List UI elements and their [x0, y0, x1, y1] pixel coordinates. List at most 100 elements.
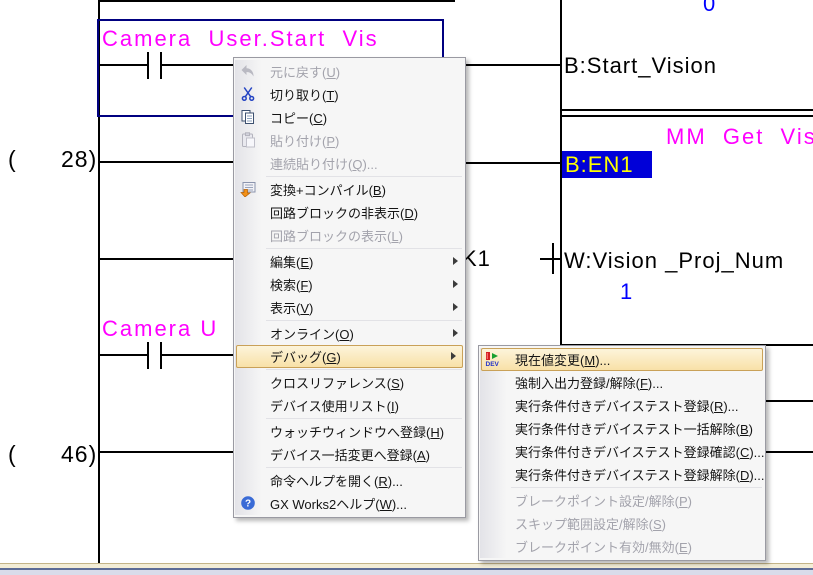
debug-submenu-item-0[interactable]: DEV 現在値変更(M)... — [481, 348, 763, 371]
debug-submenu-item-2[interactable]: 実行条件付きデバイステスト登録(R)... — [479, 394, 765, 417]
debug-submenu-item-label: 実行条件付きデバイステスト一括解除(B) — [515, 422, 753, 437]
context-menu-item-label: ウォッチウィンドウへ登録(H) — [270, 425, 445, 440]
submenu-arrow-icon — [453, 303, 458, 311]
context-menu-item-label: 命令ヘルプを開く(R)... — [270, 474, 403, 489]
submenu-arrow-icon — [453, 329, 458, 337]
context-menu-item-label: デバイス使用リスト(I) — [270, 399, 399, 414]
context-menu-item-label: 編集(E) — [270, 255, 314, 270]
context-menu-item-label: GX Works2ヘルプ(W)... — [270, 497, 408, 512]
context-menu-item-label: 回路ブロックの表示(L) — [270, 229, 403, 244]
context-menu-item-label: 変換+コンパイル(B) — [270, 183, 386, 198]
context-menu-item-label: クロスリファレンス(S) — [270, 376, 405, 391]
context-menu-item-21[interactable]: デバイス一括変更へ登録(A) — [234, 443, 465, 466]
coil-start-vision-label[interactable]: B:Start_Vision — [564, 53, 717, 79]
debug-submenu-item-label: ブレークポイント設定/解除(P) — [515, 494, 692, 509]
debug-submenu-separator — [511, 487, 762, 488]
context-menu-item-18[interactable]: デバイス使用リスト(I) — [234, 394, 465, 417]
rung-line-top — [98, 0, 455, 2]
rung-number-28: ( 28) — [8, 146, 98, 172]
context-menu-item-label: 連続貼り付け(Q)... — [270, 157, 378, 172]
context-menu-item-1[interactable]: 切り取り(T) — [234, 83, 465, 106]
copy-icon — [240, 109, 256, 125]
rung5-line-left — [98, 451, 233, 453]
context-menu-item-label: 貼り付け(P) — [270, 134, 340, 149]
context-menu-separator — [266, 248, 462, 249]
debug-submenu-item-4[interactable]: 実行条件付きデバイステスト登録確認(C)... — [479, 440, 765, 463]
context-menu-item-14[interactable]: オンライン(O) — [234, 322, 465, 345]
instruction-line — [540, 258, 562, 260]
rung2-line-right — [466, 162, 560, 164]
en1-label: B:EN1 — [565, 151, 634, 177]
block-top-border — [560, 115, 813, 117]
context-menu-item-label: オンライン(O) — [270, 327, 354, 342]
context-menu-separator — [266, 176, 462, 177]
context-menu-item-4: 連続貼り付け(Q)... — [234, 152, 465, 175]
submenu-arrow-icon — [453, 257, 458, 265]
debug-submenu: DEV 現在値変更(M)... 強制入出力登録/解除(F)... 実行条件付きデバイス… — [478, 345, 766, 561]
context-menu-separator — [266, 320, 462, 321]
ladder-editor-canvas: Camera User.Start Vis B:Start_Vision 0 M… — [0, 0, 813, 575]
contact2-bar-left — [147, 342, 149, 369]
contact1-comment[interactable]: Camera User.Start Vis — [102, 26, 379, 52]
debug-submenu-item-label: 現在値変更(M)... — [515, 353, 611, 368]
debug-submenu-item-8: スキップ範囲設定/解除(S) — [479, 512, 765, 535]
context-menu-item-label: 表示(V) — [270, 301, 314, 316]
context-menu-item-10[interactable]: 編集(E) — [234, 250, 465, 273]
rung5-line-right — [765, 451, 813, 453]
context-menu-item-label: 検索(F) — [270, 278, 313, 293]
context-menu-item-7[interactable]: 回路ブロックの非表示(D) — [234, 201, 465, 224]
rung4-line-mid — [161, 354, 233, 356]
svg-text:DEV: DEV — [486, 361, 500, 367]
context-menu-item-15[interactable]: デバッグ(G) — [236, 345, 463, 368]
debug-submenu-item-3[interactable]: 実行条件付きデバイステスト一括解除(B) — [479, 417, 765, 440]
help-icon: ? — [240, 495, 256, 511]
rung3-line-left — [98, 258, 233, 260]
device-value-icon: DEV — [485, 351, 501, 368]
context-menu-item-label: 回路ブロックの非表示(D) — [270, 206, 419, 221]
word-device-label[interactable]: W:Vision _Proj_Num — [564, 248, 784, 274]
block-separator-upper — [560, 109, 813, 111]
instruction-bracket — [552, 243, 554, 274]
context-menu-item-0: 元に戻す(U) — [234, 60, 465, 83]
en1-selected-cell[interactable]: B:EN1 — [562, 151, 652, 178]
rung4-line-left — [98, 354, 148, 356]
context-menu-item-6[interactable]: 変換+コンパイル(B) — [234, 178, 465, 201]
debug-submenu-item-label: 実行条件付きデバイステスト登録(R)... — [515, 399, 739, 414]
debug-submenu-item-label: スキップ範囲設定/解除(S) — [515, 517, 666, 532]
context-menu-item-11[interactable]: 検索(F) — [234, 273, 465, 296]
function-block-title[interactable]: MM Get Vis — [666, 124, 813, 150]
context-menu-item-label: デバイス一括変更へ登録(A) — [270, 448, 430, 463]
debug-submenu-item-label: 強制入出力登録/解除(F)... — [515, 376, 664, 391]
rung-number-46: ( 46) — [8, 441, 98, 467]
contact2-comment[interactable]: Camera U — [102, 316, 218, 342]
convert-compile-icon — [240, 181, 256, 198]
context-menu-item-label: 元に戻す(U) — [270, 65, 341, 80]
operand-k1[interactable]: K1 — [462, 246, 491, 272]
context-menu-item-23[interactable]: 命令ヘルプを開く(R)... — [234, 469, 465, 492]
undo-icon — [240, 63, 256, 79]
submenu-arrow-icon — [453, 280, 458, 288]
context-menu-separator — [266, 418, 462, 419]
context-menu-item-24[interactable]: ? GX Works2ヘルプ(W)... — [234, 492, 465, 515]
debug-submenu-item-5[interactable]: 実行条件付きデバイステスト登録解除(D)... — [479, 463, 765, 486]
context-menu-item-12[interactable]: 表示(V) — [234, 296, 465, 319]
context-menu-item-3: 貼り付け(P) — [234, 129, 465, 152]
context-menu-item-label: 切り取り(T) — [270, 88, 339, 103]
debug-submenu-item-label: 実行条件付きデバイステスト登録解除(D)... — [515, 468, 765, 483]
context-menu-item-20[interactable]: ウォッチウィンドウへ登録(H) — [234, 420, 465, 443]
word-device-value: 1 — [620, 279, 634, 304]
svg-text:?: ? — [245, 499, 251, 510]
context-menu-item-label: コピー(C) — [270, 111, 328, 126]
debug-submenu-item-7: ブレークポイント設定/解除(P) — [479, 489, 765, 512]
context-menu: 元に戻す(U) 切り取り(T) コピー(C) 貼り付け(P) 連続貼り付け(Q)... 変… — [233, 57, 466, 518]
context-menu-item-17[interactable]: クロスリファレンス(S) — [234, 371, 465, 394]
context-menu-item-8: 回路ブロックの表示(L) — [234, 224, 465, 247]
debug-submenu-item-1[interactable]: 強制入出力登録/解除(F)... — [479, 371, 765, 394]
submenu-arrow-icon — [451, 352, 456, 360]
debug-submenu-item-label: 実行条件付きデバイステスト登録確認(C)... — [515, 445, 765, 460]
debug-submenu-item-label: ブレークポイント有効/無効(E) — [515, 540, 692, 555]
rung2-line-left — [98, 161, 233, 163]
context-menu-item-2[interactable]: コピー(C) — [234, 106, 465, 129]
rung1-line-right — [466, 64, 560, 66]
cut-icon — [240, 86, 256, 102]
